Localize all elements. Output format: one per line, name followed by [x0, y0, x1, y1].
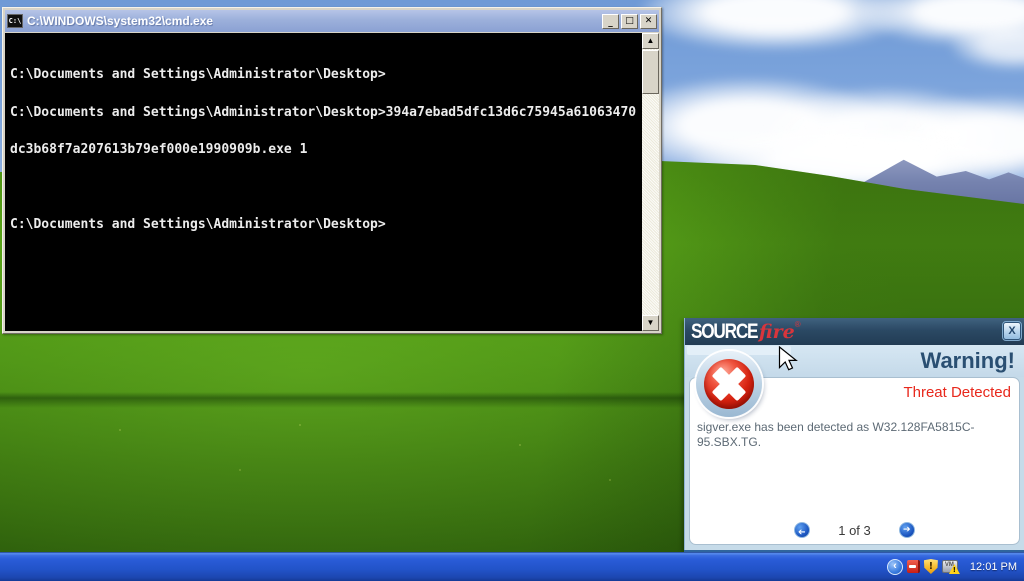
maximize-button[interactable]: □	[621, 14, 638, 29]
registered-mark: ®	[795, 320, 801, 329]
warning-title: Warning!	[921, 348, 1016, 374]
console-line: C:\Documents and Settings\Administrator\…	[10, 107, 639, 120]
right-arrow-icon: ➔	[903, 526, 911, 535]
prev-page-button[interactable]: ➔	[794, 522, 810, 538]
window-controls: _ □ ✕	[602, 14, 657, 29]
taskbar-clock[interactable]: 12:01 PM	[970, 561, 1017, 573]
logo-source-text: SOURCE	[691, 320, 757, 344]
cmd-icon: C:\	[7, 14, 23, 28]
threat-message: sigver.exe has been detected as W32.128F…	[697, 420, 1009, 450]
security-alert-shield-icon[interactable]: !	[924, 559, 938, 574]
console-output: C:\Documents and Settings\Administrator\…	[10, 44, 639, 257]
chevron-left-icon: ‹	[893, 560, 897, 572]
cmd-window: C:\ C:\WINDOWS\system32\cmd.exe _ □ ✕ C:…	[2, 7, 662, 334]
vm-tools-tray-icon[interactable]: VM !	[942, 560, 958, 573]
error-icon	[696, 351, 762, 417]
desktop: C:\ C:\WINDOWS\system32\cmd.exe _ □ ✕ C:…	[0, 0, 1024, 581]
error-icon-sphere	[704, 359, 754, 409]
cmd-scrollbar[interactable]: ▲ ▼	[642, 33, 659, 331]
console-line: C:\Documents and Settings\Administrator\…	[10, 219, 639, 232]
pager: ➔ 1 of 3 ➔	[690, 522, 1019, 538]
cmd-window-title: C:\WINDOWS\system32\cmd.exe	[27, 14, 213, 28]
scroll-up-button[interactable]: ▲	[642, 33, 659, 49]
minimize-button[interactable]: _	[602, 14, 619, 29]
close-button[interactable]: ✕	[640, 14, 657, 29]
sourcefire-warning-popup: SOURCEfire® X Warning! Threat Detected s…	[684, 318, 1024, 550]
mouse-cursor	[778, 346, 798, 373]
minus-icon	[909, 565, 916, 568]
threat-message-line: sigver.exe has been detected as W32.128F…	[697, 420, 1009, 435]
cmd-titlebar[interactable]: C:\ C:\WINDOWS\system32\cmd.exe _ □ ✕	[5, 10, 659, 32]
next-page-button[interactable]: ➔	[899, 522, 915, 538]
exclamation-mark: !	[929, 561, 934, 572]
console-line: C:\Documents and Settings\Administrator\…	[10, 69, 639, 82]
scroll-down-button[interactable]: ▼	[642, 315, 659, 331]
threat-status-label: Threat Detected	[903, 384, 1011, 401]
antivirus-disabled-tray-icon[interactable]	[907, 560, 920, 573]
popup-close-button[interactable]: X	[1003, 322, 1021, 340]
console-line	[10, 182, 639, 195]
sourcefire-logo: SOURCEfire®	[691, 320, 801, 344]
left-arrow-icon: ➔	[798, 526, 806, 535]
console-line: dc3b68f7a207613b79ef000e1990909b.exe 1	[10, 144, 639, 157]
threat-message-line: 95.SBX.TG.	[697, 435, 1009, 450]
taskbar: ‹ ! VM ! 12:01 PM	[0, 552, 1024, 581]
logo-fire-text: fire	[759, 321, 795, 343]
hide-tray-icons-button[interactable]: ‹	[887, 559, 903, 575]
cmd-console[interactable]: C:\Documents and Settings\Administrator\…	[5, 33, 659, 331]
scroll-thumb[interactable]	[642, 50, 659, 94]
page-indicator: 1 of 3	[838, 523, 871, 538]
popup-banner: SOURCEfire® X	[685, 318, 1024, 345]
